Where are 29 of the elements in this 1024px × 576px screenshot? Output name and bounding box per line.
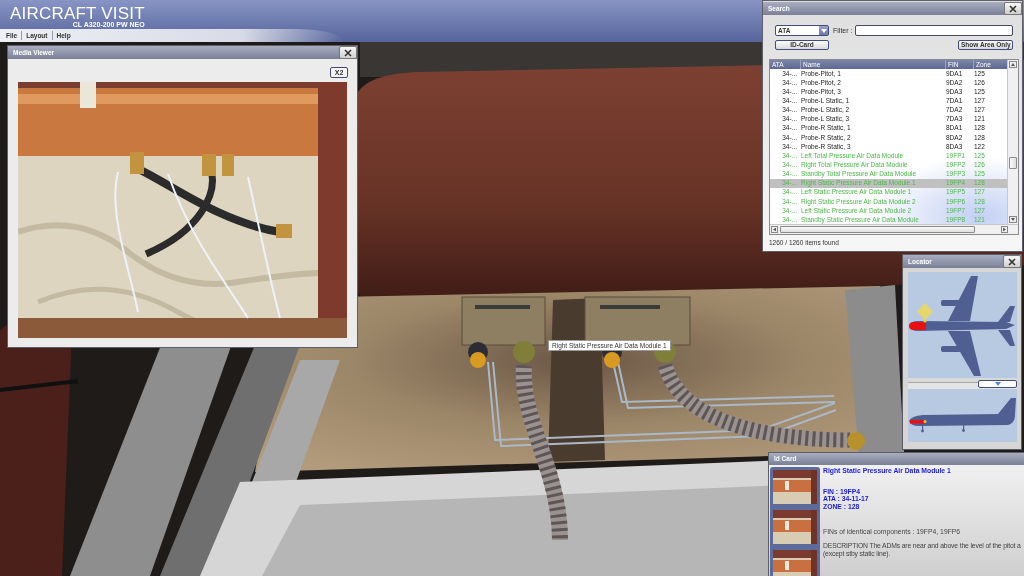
horizontal-scrollbar[interactable] <box>770 224 1018 235</box>
scroll-thumb[interactable] <box>780 226 975 234</box>
view-dropdown[interactable] <box>978 379 1017 388</box>
close-icon <box>344 48 352 57</box>
scroll-right-icon[interactable] <box>1001 226 1008 234</box>
top-view-map[interactable] <box>908 272 1017 378</box>
air-data-module-drawing[interactable] <box>461 296 546 368</box>
scroll-thumb[interactable] <box>1009 157 1017 169</box>
scroll-down-icon[interactable] <box>1009 216 1017 224</box>
location-marker-icon <box>909 303 933 330</box>
caret-down-icon <box>994 381 1001 386</box>
close-button[interactable] <box>1004 2 1022 15</box>
thumbnail-photo[interactable] <box>773 550 817 576</box>
hose-fitting <box>847 432 865 450</box>
scroll-up-icon[interactable] <box>1009 61 1017 68</box>
close-icon <box>1008 257 1016 266</box>
vertical-scrollbar[interactable] <box>1007 60 1018 225</box>
side-view-map[interactable] <box>908 389 1017 442</box>
filter-field[interactable] <box>855 25 1013 36</box>
caret-down-icon <box>820 28 827 33</box>
location-marker-icon <box>910 420 927 424</box>
close-icon <box>1009 4 1017 13</box>
scroll-left-icon[interactable] <box>771 226 778 234</box>
thumbnail-photo[interactable] <box>773 510 817 544</box>
close-button[interactable] <box>1003 255 1021 268</box>
app-title: AIRCRAFT VISIT <box>10 6 145 21</box>
close-button[interactable] <box>339 46 357 59</box>
thumbnail-photo[interactable] <box>773 470 817 504</box>
airplane-side-view-icon <box>909 398 1016 433</box>
